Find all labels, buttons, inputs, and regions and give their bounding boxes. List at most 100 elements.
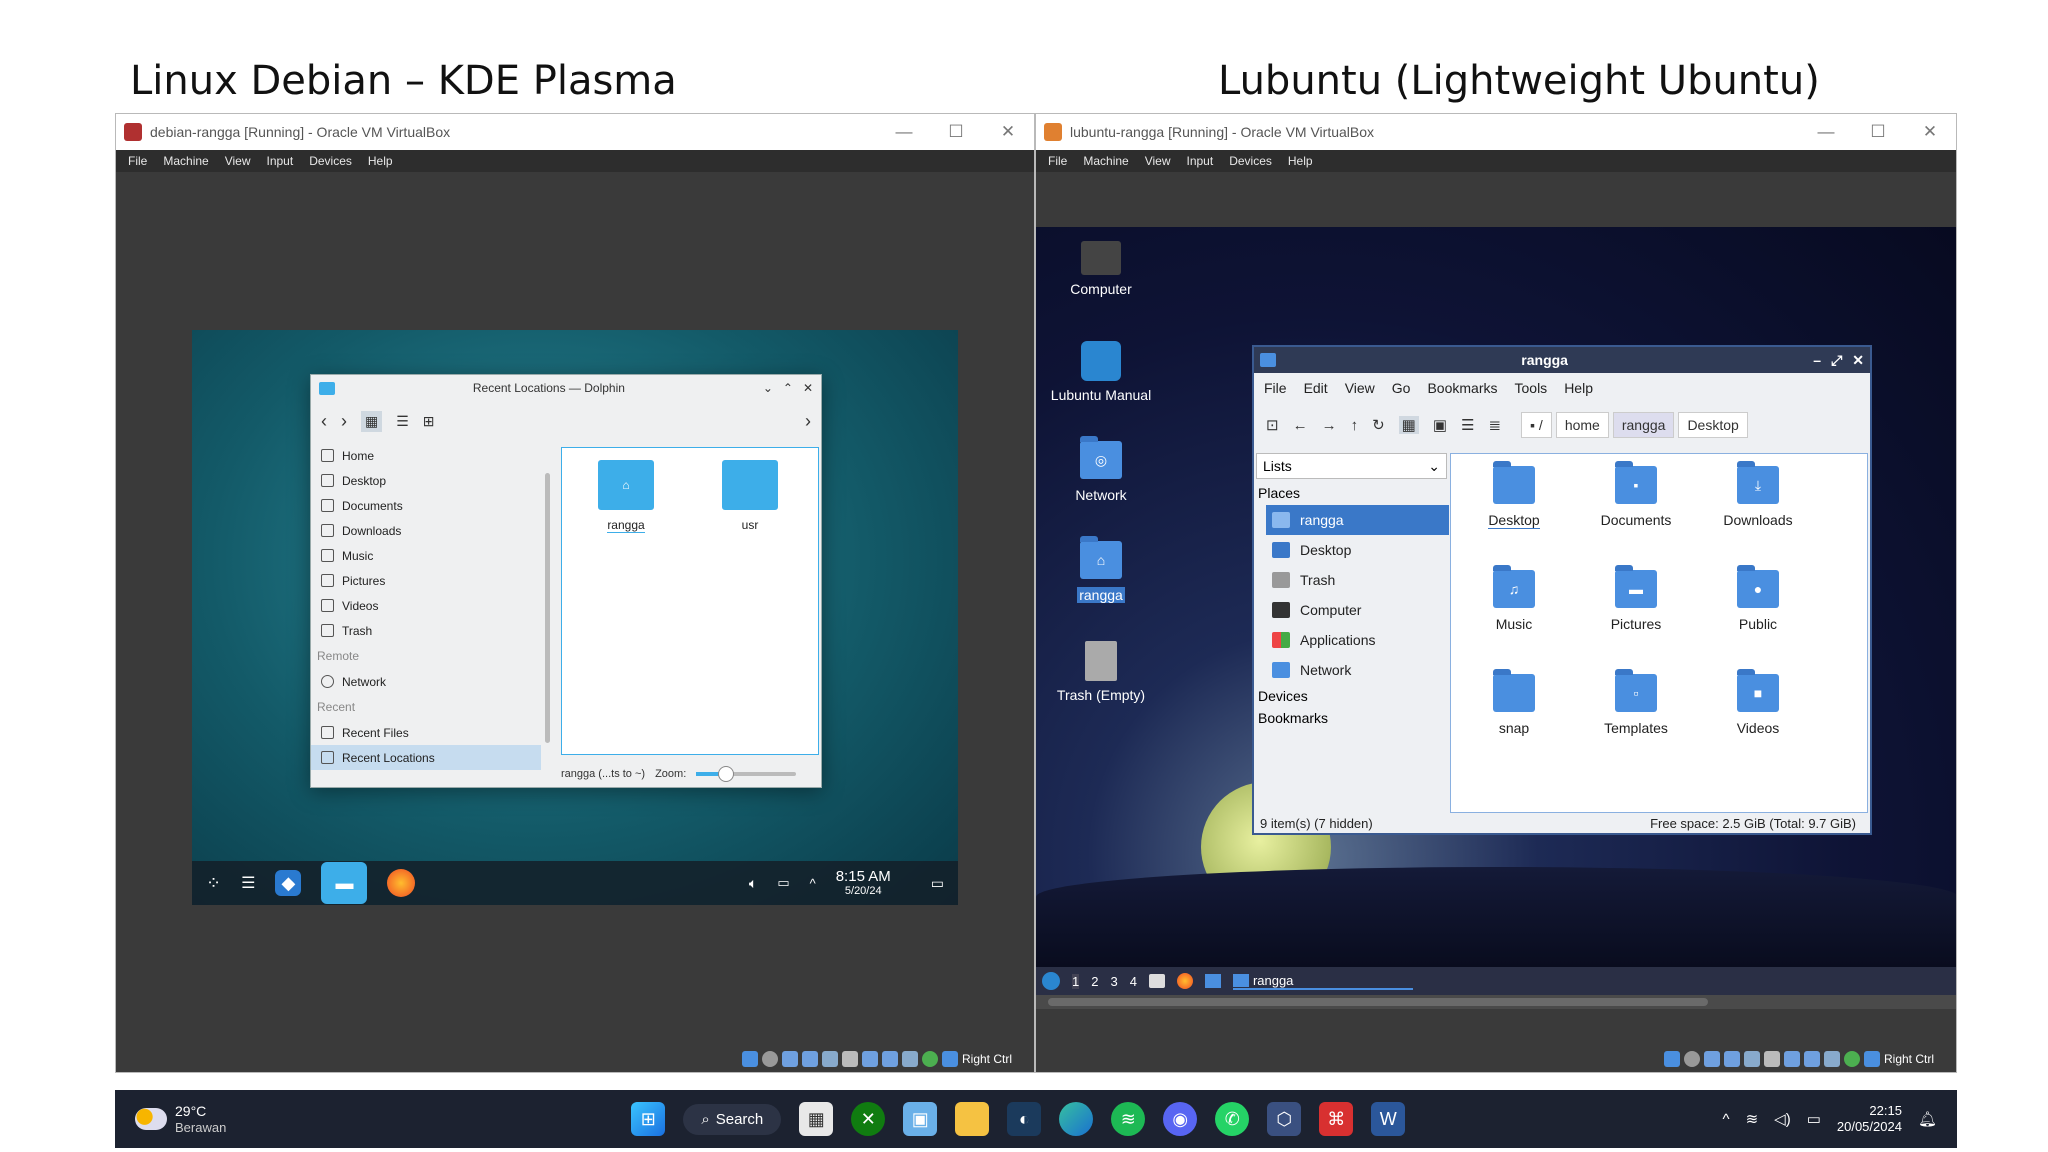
search-box[interactable]: ⌕ Search: [683, 1103, 782, 1135]
sidebar-item-trash[interactable]: Trash: [311, 618, 541, 643]
detail-view-icon[interactable]: ≣: [1488, 416, 1501, 434]
more-icon[interactable]: ›: [805, 411, 811, 432]
pager-icon[interactable]: ☰: [241, 873, 255, 893]
sidebar-item-rangga[interactable]: rangga: [1266, 505, 1449, 535]
sidebar-item-network[interactable]: Network: [311, 669, 541, 694]
task-rangga[interactable]: rangga: [1232, 973, 1413, 990]
menu-input[interactable]: Input: [267, 154, 294, 168]
firefox-icon[interactable]: [1176, 973, 1193, 989]
sidebar-item-computer[interactable]: Computer: [1266, 595, 1449, 625]
dolphin-titlebar[interactable]: Recent Locations — Dolphin ⌄ ⌃ ✕: [311, 375, 821, 401]
menu-view[interactable]: View: [1345, 380, 1375, 396]
sidebar-scrollbar[interactable]: [545, 473, 550, 743]
file-explorer-icon[interactable]: [955, 1102, 990, 1136]
menu-bookmarks[interactable]: Bookmarks: [1427, 380, 1497, 396]
taskbar-clock[interactable]: 22:15 20/05/2024: [1837, 1103, 1902, 1136]
desktop-icon-manual[interactable]: Lubuntu Manual: [1036, 341, 1166, 403]
file-manager-icon[interactable]: [1148, 974, 1165, 988]
display-icon[interactable]: [861, 1051, 878, 1067]
sidebar-item-network[interactable]: Network: [1266, 655, 1449, 685]
xbox-icon[interactable]: ✕: [851, 1102, 886, 1136]
virtualbox-icon[interactable]: ⬡: [1267, 1102, 1302, 1136]
desktop-icon[interactable]: [1204, 974, 1221, 988]
recording-icon[interactable]: [881, 1051, 898, 1067]
back-icon[interactable]: ←: [1293, 417, 1308, 434]
menu-edit[interactable]: Edit: [1304, 380, 1328, 396]
desktop-icon-trash[interactable]: Trash (Empty): [1036, 641, 1166, 703]
reload-icon[interactable]: ↻: [1372, 416, 1385, 434]
close-icon[interactable]: ✕: [1852, 352, 1864, 369]
recording-icon[interactable]: [1803, 1051, 1820, 1067]
menu-machine[interactable]: Machine: [1083, 154, 1128, 168]
file-item-rangga[interactable]: ⌂ rangga: [586, 460, 666, 533]
arrow-down-icon[interactable]: [1863, 1051, 1880, 1067]
sidebar-item-downloads[interactable]: Downloads: [311, 518, 541, 543]
dolphin-task-icon[interactable]: ▬: [321, 862, 368, 904]
compact-view-icon[interactable]: ☰: [1461, 416, 1474, 434]
file-item-documents[interactable]: ▪ Documents: [1576, 461, 1696, 528]
section-header[interactable]: Devices: [1254, 685, 1449, 707]
show-desktop-icon[interactable]: ▭: [931, 875, 944, 892]
file-item-music[interactable]: ♫ Music: [1454, 565, 1574, 632]
pencil-icon[interactable]: [1743, 1051, 1760, 1067]
zoom-slider[interactable]: [696, 766, 797, 782]
maximize-icon[interactable]: ☐: [930, 122, 982, 142]
network-icon[interactable]: [1723, 1051, 1740, 1067]
path-root[interactable]: ▪ /: [1521, 412, 1552, 438]
app-launcher-icon[interactable]: ⁘: [206, 873, 221, 894]
file-item-snap[interactable]: snap: [1454, 669, 1574, 736]
menu-input[interactable]: Input: [1187, 154, 1214, 168]
sidebar-item-home[interactable]: Home: [311, 443, 541, 468]
notification-bell-icon[interactable]: 🔔︎: [1918, 1110, 1937, 1128]
forward-icon[interactable]: ›: [341, 411, 347, 432]
workspace-4[interactable]: 4: [1130, 974, 1137, 989]
menu-view[interactable]: View: [1145, 154, 1171, 168]
sidebar-item-videos[interactable]: Videos: [311, 593, 541, 618]
workspace-2[interactable]: 2: [1091, 974, 1098, 989]
path-desktop[interactable]: Desktop: [1678, 412, 1748, 438]
menu-help[interactable]: Help: [1564, 380, 1593, 396]
volume-icon[interactable]: 🔈︎: [749, 875, 757, 892]
volume-icon[interactable]: ◁): [1774, 1110, 1791, 1128]
file-item-pictures[interactable]: ▬ Pictures: [1576, 565, 1696, 632]
display-icon[interactable]: [1783, 1051, 1800, 1067]
wifi-icon[interactable]: ≋: [1746, 1110, 1759, 1128]
vbox-titlebar[interactable]: lubuntu-rangga [Running] - Oracle VM Vir…: [1036, 114, 1956, 150]
sidebar-item-documents[interactable]: Documents: [311, 493, 541, 518]
sidebar-item-recent-locations[interactable]: Recent Locations: [311, 745, 541, 770]
minimize-icon[interactable]: —: [878, 122, 930, 142]
close-icon[interactable]: ✕: [1904, 122, 1956, 142]
file-item-desktop[interactable]: Desktop: [1454, 461, 1574, 529]
sidebar-item-pictures[interactable]: Pictures: [311, 568, 541, 593]
battery-icon[interactable]: ▭: [1807, 1110, 1821, 1128]
kde-clock[interactable]: 8:15 AM 5/20/24: [836, 868, 891, 898]
workspace-1[interactable]: 1: [1072, 973, 1080, 989]
minimize-icon[interactable]: –: [1813, 352, 1821, 368]
icons-view-icon[interactable]: ▦: [361, 410, 383, 432]
pcmanfm-titlebar[interactable]: rangga – ⤢ ✕: [1254, 347, 1870, 373]
globe-icon[interactable]: [921, 1051, 938, 1067]
storage-icon[interactable]: [741, 1051, 758, 1067]
edge-icon[interactable]: [1059, 1102, 1094, 1136]
file-item-public[interactable]: ● Public: [1698, 565, 1818, 632]
arrow-down-icon[interactable]: [941, 1051, 958, 1067]
store-icon[interactable]: ▦: [799, 1102, 834, 1136]
menu-tools[interactable]: Tools: [1515, 380, 1548, 396]
maximize-icon[interactable]: ⤢: [1831, 352, 1842, 369]
menu-go[interactable]: Go: [1392, 380, 1411, 396]
desktop-icon-computer[interactable]: Computer: [1036, 241, 1166, 297]
horizontal-scrollbar[interactable]: [1036, 995, 1956, 1009]
audio-icon[interactable]: [781, 1051, 798, 1067]
menu-file[interactable]: File: [128, 154, 147, 168]
menu-devices[interactable]: Devices: [309, 154, 352, 168]
audio-icon[interactable]: [1703, 1051, 1720, 1067]
menu-devices[interactable]: Devices: [1229, 154, 1272, 168]
spotify-icon[interactable]: ≋: [1111, 1102, 1146, 1136]
tray-expand-icon[interactable]: ^: [810, 876, 816, 891]
up-icon[interactable]: ↑: [1351, 417, 1359, 434]
menu-file[interactable]: File: [1264, 380, 1287, 396]
file-item-downloads[interactable]: ⤓ Downloads: [1698, 461, 1818, 528]
globe-icon[interactable]: [1843, 1051, 1860, 1067]
shared-folder-icon[interactable]: [1763, 1051, 1780, 1067]
file-item-usr[interactable]: usr: [710, 460, 790, 532]
